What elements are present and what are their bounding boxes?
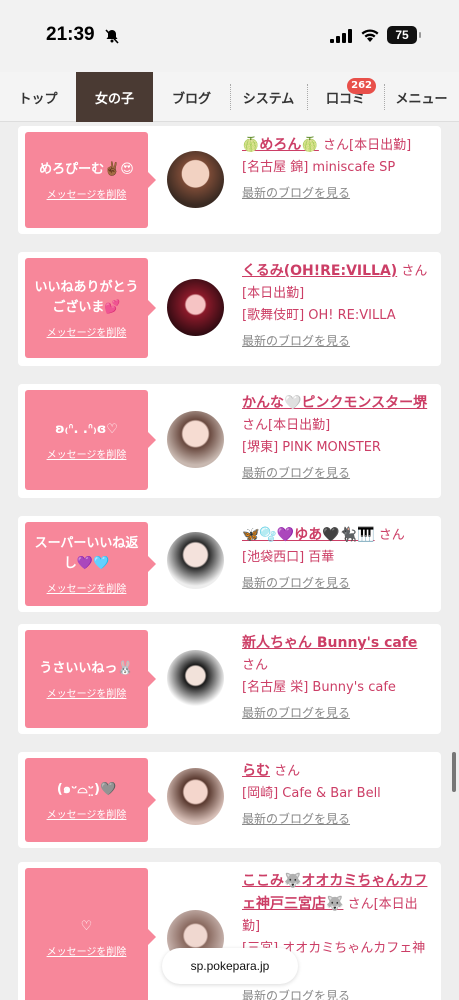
message-text: (๑ᵕ⌓ᵕ̤)🩶 xyxy=(56,781,117,797)
message-bubble: (๑ᵕ⌓ᵕ̤)🩶 メッセージを削除 xyxy=(25,758,156,842)
latest-blog-link[interactable]: 最新のブログを見る xyxy=(242,462,433,484)
list-item: うさいいねっ🐰 メッセージを削除 新人ちゃん Bunny's cafe さん [… xyxy=(18,624,441,734)
message-text: ʚ₍ᐢ. .ᐢ₎ɞ♡ xyxy=(55,421,118,437)
nav-tabs: トップ 女の子 ブログ システム 口コミ 262 メニュー xyxy=(0,72,459,122)
message-bubble: うさいいねっ🐰 メッセージを削除 xyxy=(25,630,156,728)
address-bar[interactable]: sp.pokepara.jp xyxy=(162,948,298,984)
avatar[interactable] xyxy=(167,532,224,589)
message-bubble: めろぴーむ✌🏾😍 メッセージを削除 xyxy=(25,132,156,228)
latest-blog-link[interactable]: 最新のブログを見る xyxy=(242,330,433,352)
cellular-signal-icon xyxy=(330,29,352,43)
list-item: めろぴーむ✌🏾😍 メッセージを削除 🍈めろん🍈 さん[本日出勤] [名古屋 錦]… xyxy=(18,126,441,234)
delete-message-link[interactable]: メッセージを削除 xyxy=(47,446,127,461)
tab-reviews[interactable]: 口コミ 262 xyxy=(307,72,384,122)
list-item: ʚ₍ᐢ. .ᐢ₎ɞ♡ メッセージを削除 かんな🤍ピンクモンスター堺 さん[本日出… xyxy=(18,384,441,498)
message-text: うさいいねっ🐰 xyxy=(39,660,134,676)
message-bubble: いいねありがとうございま💕 メッセージを削除 xyxy=(25,258,156,358)
message-text: スーパーいいね返し💜🩵 xyxy=(34,535,139,571)
tab-girls[interactable]: 女の子 xyxy=(76,72,153,122)
latest-blog-link[interactable]: 最新のブログを見る xyxy=(242,985,433,1000)
avatar[interactable] xyxy=(167,411,224,468)
shop-name: [堺東] PINK MONSTER xyxy=(242,440,381,455)
delete-message-link[interactable]: メッセージを削除 xyxy=(47,186,127,201)
message-text: いいねありがとうございま💕 xyxy=(34,279,139,315)
girl-name-link[interactable]: 🦋🫧💜ゆあ🖤🐈‍⬛🎹 xyxy=(242,527,375,543)
message-text: ♡ xyxy=(80,918,93,934)
tab-system[interactable]: システム xyxy=(230,72,307,122)
message-bubble: ♡ メッセージを削除 xyxy=(25,868,156,1000)
latest-blog-link[interactable]: 最新のブログを見る xyxy=(242,702,433,724)
delete-message-link[interactable]: メッセージを削除 xyxy=(47,580,127,595)
delete-message-link[interactable]: メッセージを削除 xyxy=(47,324,127,339)
tab-blog[interactable]: ブログ xyxy=(153,72,230,122)
status-bar: 21:39 75 xyxy=(0,0,459,72)
delete-message-link[interactable]: メッセージを削除 xyxy=(47,806,127,821)
shop-name: [岡崎] Cafe & Bar Bell xyxy=(242,786,381,801)
scrollbar[interactable] xyxy=(452,752,456,792)
delete-message-link[interactable]: メッセージを削除 xyxy=(47,685,127,700)
girl-name-link[interactable]: 🍈めろん🍈 xyxy=(242,137,319,153)
shop-name: [名古屋 錦] miniscafe SP xyxy=(242,160,396,175)
girl-name-link[interactable]: らむ xyxy=(242,763,270,779)
status-time: 21:39 xyxy=(46,24,95,45)
avatar[interactable] xyxy=(167,279,224,336)
shop-name: [池袋西口] 百華 xyxy=(242,550,335,565)
girl-name-link[interactable]: くるみ(OH!RE:VILLA) xyxy=(242,263,397,279)
reviews-count-badge: 262 xyxy=(347,78,376,94)
message-text: めろぴーむ✌🏾😍 xyxy=(39,161,134,177)
message-bubble: スーパーいいね返し💜🩵 メッセージを削除 xyxy=(25,522,156,606)
list-item: (๑ᵕ⌓ᵕ̤)🩶 メッセージを削除 らむ さん [岡崎] Cafe & Bar … xyxy=(18,752,441,848)
battery-indicator: 75 xyxy=(387,26,421,44)
list-item: いいねありがとうございま💕 メッセージを削除 くるみ(OH!RE:VILLA) … xyxy=(18,252,441,366)
avatar[interactable] xyxy=(167,650,224,707)
message-bubble: ʚ₍ᐢ. .ᐢ₎ɞ♡ メッセージを削除 xyxy=(25,390,156,490)
girl-name-link[interactable]: かんな🤍ピンクモンスター堺 xyxy=(242,395,427,411)
latest-blog-link[interactable]: 最新のブログを見る xyxy=(242,182,433,204)
girl-name-link[interactable]: 新人ちゃん Bunny's cafe xyxy=(242,635,417,651)
tab-menu[interactable]: メニュー xyxy=(384,72,459,122)
avatar[interactable] xyxy=(167,768,224,825)
list-item: スーパーいいね返し💜🩵 メッセージを削除 🦋🫧💜ゆあ🖤🐈‍⬛🎹 さん [池袋西口… xyxy=(18,516,441,612)
latest-blog-link[interactable]: 最新のブログを見る xyxy=(242,808,433,830)
bell-muted-icon xyxy=(105,29,119,44)
tab-top[interactable]: トップ xyxy=(0,72,76,122)
shop-name: [歌舞伎町] OH! RE:VILLA xyxy=(242,308,396,323)
wifi-icon xyxy=(361,29,379,42)
delete-message-link[interactable]: メッセージを削除 xyxy=(47,943,127,958)
shop-name: [名古屋 栄] Bunny's cafe xyxy=(242,680,396,695)
avatar[interactable] xyxy=(167,151,224,208)
latest-blog-link[interactable]: 最新のブログを見る xyxy=(242,572,433,594)
